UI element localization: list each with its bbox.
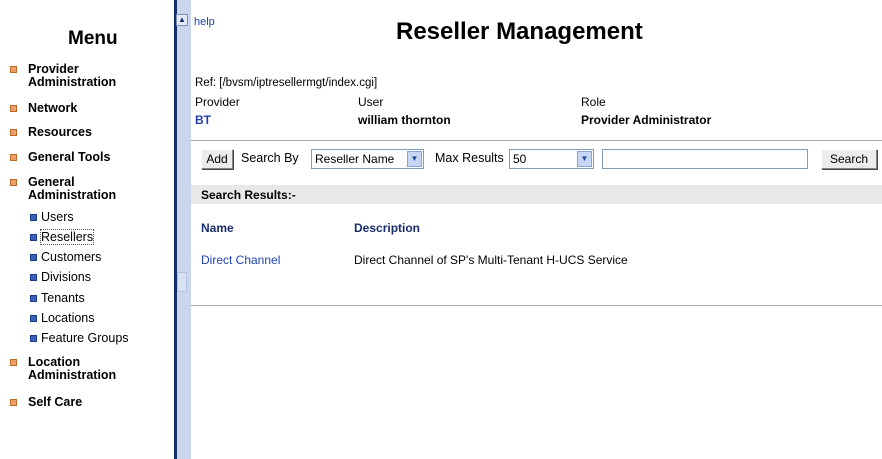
menu-item-location-administration[interactable]: Location Administration bbox=[10, 356, 128, 382]
menu-bullet-icon bbox=[10, 105, 17, 112]
sidebar-item-resellers[interactable]: Resellers bbox=[30, 229, 95, 245]
sidebar-item-users[interactable]: Users bbox=[30, 210, 74, 224]
sub-bullet-icon bbox=[30, 294, 37, 302]
main-content: help Reseller Management Ref: [/bvsm/ipt… bbox=[191, 0, 882, 459]
sub-item-label: Customers bbox=[41, 250, 102, 264]
menu-title: Menu bbox=[68, 28, 118, 49]
menu-bullet-icon bbox=[10, 66, 17, 73]
max-results-label: Max Results bbox=[435, 151, 504, 165]
menu-item-self-care[interactable]: Self Care bbox=[10, 396, 82, 409]
role-label: Role bbox=[581, 95, 606, 109]
divider bbox=[191, 140, 882, 141]
search-by-value: Reseller Name bbox=[315, 152, 395, 166]
search-by-select[interactable]: Reseller Name ▼ bbox=[311, 149, 424, 169]
page-title: Reseller Management bbox=[396, 18, 643, 45]
role-value: Provider Administrator bbox=[581, 113, 712, 127]
sub-item-label: Feature Groups bbox=[41, 331, 129, 345]
sidebar-item-tenants[interactable]: Tenants bbox=[30, 291, 85, 305]
menu-item-label: General Tools bbox=[28, 150, 111, 164]
column-header-description: Description bbox=[354, 221, 421, 235]
menu-item-label: General Administration bbox=[28, 175, 117, 202]
sidebar-item-customers[interactable]: Customers bbox=[30, 250, 101, 264]
chevron-down-icon[interactable]: ▼ bbox=[577, 151, 592, 167]
frame-divider bbox=[174, 0, 177, 459]
chevron-down-icon[interactable]: ▼ bbox=[407, 151, 422, 167]
sub-bullet-icon bbox=[30, 253, 37, 261]
sidebar-item-locations[interactable]: Locations bbox=[30, 311, 95, 325]
provider-value[interactable]: BT bbox=[195, 113, 211, 127]
menu-item-general-administration[interactable]: General Administration bbox=[10, 176, 128, 202]
search-by-label: Search By bbox=[241, 151, 299, 165]
divider bbox=[191, 305, 882, 306]
menu-item-label: Provider Administration bbox=[28, 62, 117, 89]
menu-item-label: Self Care bbox=[28, 395, 83, 409]
menu-item-label: Location Administration bbox=[28, 355, 117, 382]
sub-item-label: Resellers bbox=[39, 229, 95, 245]
column-header-name: Name bbox=[201, 221, 234, 235]
menu-item-general-tools[interactable]: General Tools bbox=[10, 151, 110, 164]
scroll-thumb[interactable] bbox=[177, 272, 187, 292]
reseller-description: Direct Channel of SP's Multi-Tenant H-UC… bbox=[354, 253, 628, 267]
sub-item-label: Locations bbox=[41, 311, 95, 325]
menu-bullet-icon bbox=[10, 179, 17, 186]
menu-item-label: Resources bbox=[28, 125, 92, 139]
help-link[interactable]: help bbox=[194, 16, 215, 28]
add-button[interactable]: Add bbox=[201, 149, 233, 169]
max-results-value: 50 bbox=[513, 152, 527, 166]
ref-path: Ref: [/bvsm/iptresellermgt/index.cgi] bbox=[195, 77, 378, 89]
sidebar-item-feature-groups[interactable]: Feature Groups bbox=[30, 331, 129, 345]
max-results-select[interactable]: 50 ▼ bbox=[509, 149, 594, 169]
menu-bullet-icon bbox=[10, 359, 17, 366]
sub-bullet-icon bbox=[30, 273, 37, 281]
sidebar-menu: Menu Provider Administration Network Res… bbox=[0, 0, 174, 459]
sub-item-label: Divisions bbox=[41, 270, 92, 284]
menu-bullet-icon bbox=[10, 154, 17, 161]
provider-label: Provider bbox=[195, 95, 240, 109]
user-value: william thornton bbox=[358, 113, 451, 127]
menu-item-label: Network bbox=[28, 101, 78, 115]
menu-item-resources[interactable]: Resources bbox=[10, 126, 92, 139]
search-input[interactable] bbox=[602, 149, 808, 169]
sub-bullet-icon bbox=[30, 233, 37, 241]
sidebar-item-divisions[interactable]: Divisions bbox=[30, 270, 91, 284]
sub-bullet-icon bbox=[30, 334, 37, 342]
sub-bullet-icon bbox=[30, 314, 37, 322]
sub-bullet-icon bbox=[30, 213, 37, 221]
sub-item-label: Users bbox=[41, 210, 74, 224]
menu-item-provider-administration[interactable]: Provider Administration bbox=[10, 63, 128, 89]
menu-bullet-icon bbox=[10, 399, 17, 406]
reseller-name-link[interactable]: Direct Channel bbox=[201, 253, 280, 267]
user-label: User bbox=[358, 95, 384, 109]
search-results-label: Search Results:- bbox=[201, 188, 296, 202]
sub-item-label: Tenants bbox=[41, 291, 85, 305]
menu-bullet-icon bbox=[10, 129, 17, 136]
scroll-up-arrow-icon[interactable]: ▲ bbox=[176, 14, 188, 26]
menu-item-network[interactable]: Network bbox=[10, 102, 77, 115]
search-button[interactable]: Search bbox=[821, 149, 877, 169]
